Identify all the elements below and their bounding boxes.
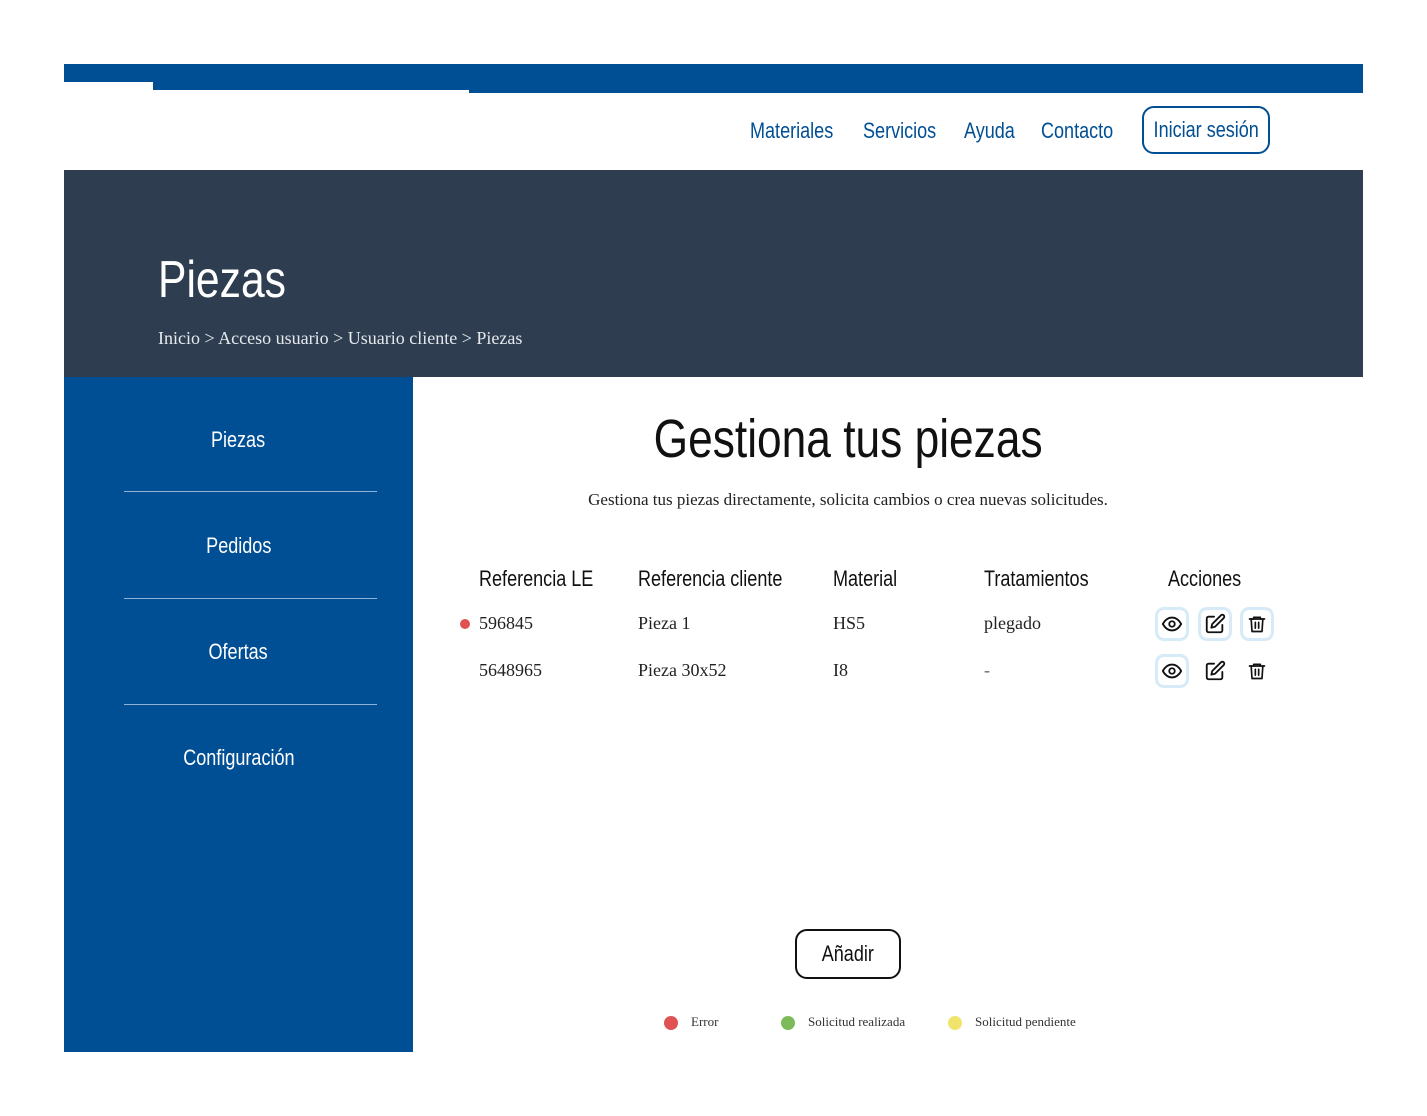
edit-icon [1205,613,1226,634]
cell-referencia-cliente: Pieza 30x52 [638,660,727,680]
nav-link-materiales[interactable]: Materiales [750,118,851,144]
eye-icon [1161,663,1183,679]
column-header-tratamientos: Tratamientos [984,566,1089,591]
view-button[interactable] [1155,654,1189,688]
logo-area [64,82,153,93]
edit-icon [1205,660,1226,681]
sidebar-item-piezas[interactable]: Piezas [64,427,413,453]
trash-icon [1248,616,1266,633]
eye-icon [1161,616,1183,632]
top-brand-bar [64,64,1363,93]
cell-referencia-le: 5648965 [479,660,542,680]
nav-link-contacto[interactable]: Contacto [1041,118,1129,144]
nav-link-ayuda[interactable]: Ayuda [964,118,1026,144]
column-header-material: Material [833,566,898,591]
page-title: Piezas [158,251,286,309]
cell-tratamientos: - [984,660,990,680]
add-button[interactable]: Añadir [795,929,901,979]
sidebar-divider [124,598,377,599]
edit-button[interactable] [1198,654,1232,688]
delete-button[interactable] [1240,607,1274,641]
sidebar-item-configuracion[interactable]: Configuración [64,745,413,771]
header-nav: Materiales Servicios Ayuda Contacto Inic… [64,93,1363,170]
column-header-acciones: Acciones [1168,566,1242,591]
column-header-referencia-le: Referencia LE [479,566,594,591]
cell-material: I8 [833,660,848,680]
legend-dot-realizada [781,1016,795,1030]
sidebar-divider [124,491,377,492]
delete-button[interactable] [1240,654,1274,688]
sidebar-item-ofertas[interactable]: Ofertas [64,639,413,665]
cell-referencia-cliente: Pieza 1 [638,613,691,633]
sidebar-item-pedidos[interactable]: Pedidos [64,533,413,559]
legend-label-realizada: Solicitud realizada [808,1014,906,1029]
trash-icon [1248,663,1266,680]
section-title: Gestiona tus piezas [653,409,1043,469]
page-hero: Piezas Inicio > Acceso usuario > Usuario… [64,170,1363,377]
legend-label-error: Error [691,1014,719,1029]
legend-dot-pendiente [948,1016,962,1030]
legend-label-pendiente: Solicitud pendiente [975,1014,1076,1029]
sidebar-divider [124,704,377,705]
section-subtitle: Gestiona tus piezas directamente, solici… [588,490,1108,509]
cell-tratamientos: plegado [984,613,1041,633]
login-button[interactable]: Iniciar sesión [1142,106,1270,154]
edit-button[interactable] [1198,607,1232,641]
nav-link-servicios[interactable]: Servicios [863,118,952,144]
breadcrumb: Inicio > Acceso usuario > Usuario client… [158,328,523,348]
sidebar: Piezas Pedidos Ofertas Configuración [64,377,413,1052]
cell-material: HS5 [833,613,866,633]
view-button[interactable] [1155,607,1189,641]
column-header-referencia-cliente: Referencia cliente [638,566,783,591]
status-error-dot [460,619,470,629]
legend-dot-error [664,1016,678,1030]
cell-referencia-le: 596845 [479,613,533,633]
